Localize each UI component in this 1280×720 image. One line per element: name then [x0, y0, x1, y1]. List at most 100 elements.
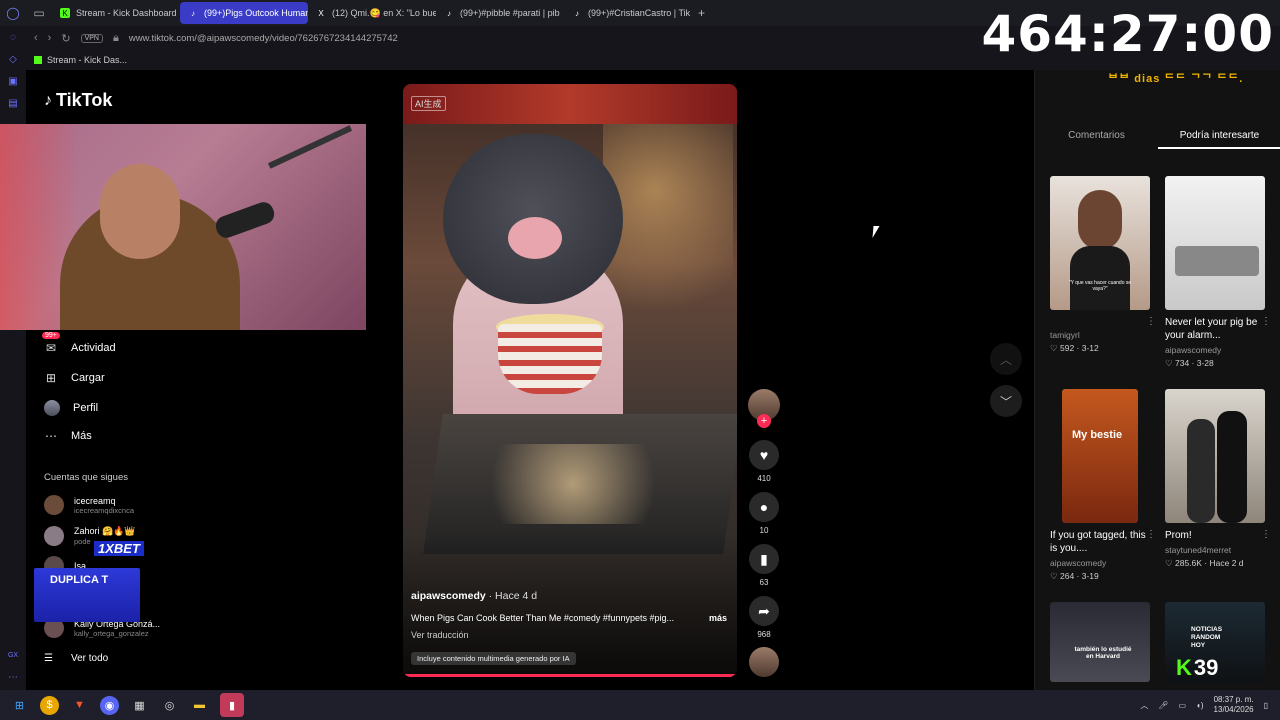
kick-logo-icon: K [1176, 655, 1192, 680]
kick-count: 39 [1193, 655, 1219, 680]
opera-logo-icon[interactable]: ◯ [0, 0, 26, 26]
tab-tiktok-pibble[interactable]: ♪ (99+)#pibble #parati | pib [436, 2, 564, 24]
reload-icon[interactable]: ↻ [61, 32, 70, 45]
card-author[interactable]: staytuned4merret [1165, 545, 1265, 555]
kick-bookmark-icon [34, 56, 42, 64]
suggested-video-card[interactable]: "Y que vas hacer cuando se vaya?" tamigy… [1050, 176, 1156, 354]
suggested-video-card[interactable]: My bestie If you got tagged, this is you… [1050, 389, 1156, 582]
suggested-video-card[interactable]: Never let your pig be your alarm... aipa… [1165, 176, 1271, 369]
video-thumbnail[interactable] [1165, 176, 1265, 310]
card-menu-icon[interactable]: ⋮ [1146, 316, 1156, 327]
video-player[interactable]: AI生成 aipawscomedy · Hace 4 d When Pigs C… [403, 84, 737, 677]
card-title[interactable]: If you got tagged, this is you.... [1050, 529, 1150, 555]
video-progress-bar[interactable] [403, 674, 737, 677]
card-date: 3-12 [1081, 343, 1099, 353]
previous-video-button[interactable]: ︿ [990, 343, 1022, 375]
store-icon[interactable]: ▦ [130, 696, 149, 715]
system-clock[interactable]: 08:37 p. m. 13/04/2026 [1214, 695, 1254, 715]
lock-icon[interactable]: 🔒︎ [113, 32, 119, 45]
caption-more-link[interactable]: más [709, 613, 727, 623]
share-icon: ➦ [749, 596, 779, 626]
forward-icon[interactable]: › [48, 32, 52, 44]
opera-gx-icon[interactable]: ▮ [220, 693, 244, 717]
promo-banner: DUPLICA T [34, 568, 140, 622]
nav-cargar[interactable]: ⊞ Cargar [44, 371, 105, 385]
video-awning [403, 84, 737, 124]
vpn-badge[interactable]: VPN [80, 33, 103, 43]
tab-tiktok-pigs[interactable]: ♪ (99+)Pigs Outcook Human × [180, 2, 308, 24]
card-date: 3-28 [1196, 358, 1214, 368]
see-all-link[interactable]: ☰ Ver todo [44, 653, 108, 664]
card-author[interactable]: aipawscomedy [1165, 345, 1265, 355]
card-menu-icon[interactable]: ⋮ [1261, 316, 1271, 327]
tray-chevron-icon[interactable]: ︿ [1140, 700, 1148, 711]
comment-button[interactable]: ● 10 [748, 492, 780, 535]
coin-app-icon[interactable]: $ [40, 695, 59, 715]
card-author[interactable]: aipawscomedy [1050, 558, 1150, 568]
obs-icon[interactable]: ◎ [160, 696, 179, 715]
nav-mas[interactable]: ⋯ Más [44, 429, 92, 443]
right-panel-tabs: Comentarios Podría interesarte [1035, 130, 1280, 149]
brave-browser-icon[interactable]: ▼ [70, 696, 89, 715]
notifications-icon[interactable]: ▯ [1264, 701, 1268, 710]
back-icon[interactable]: ‹ [34, 32, 38, 44]
workspaces-icon[interactable]: ▭ [26, 0, 52, 26]
following-account[interactable]: icecreamq icecreamqdixcnca [44, 495, 134, 515]
gx-icon[interactable]: GX [7, 650, 19, 662]
discord-icon[interactable]: ◉ [100, 695, 119, 715]
tab-kick-dashboard[interactable]: K Stream - Kick Dashboard [52, 2, 180, 24]
card-title[interactable]: Never let your pig be your alarm... [1165, 316, 1265, 342]
clock-date: 13/04/2026 [1213, 705, 1254, 714]
sidebar-more-icon[interactable]: ⋯ [7, 672, 19, 684]
nav-actividad[interactable]: ✉ 99+ Actividad [42, 332, 116, 355]
card-meta: ♡ 285.6K · Hace 2 d [1165, 558, 1244, 568]
like-button[interactable]: ♥ 410 [748, 440, 780, 483]
tiktok-logo[interactable]: ♪ TikTok [44, 90, 112, 111]
share-button[interactable]: ➦ 968 [748, 596, 780, 639]
url-field[interactable]: www.tiktok.com/@aipawscomedy/video/76267… [129, 33, 398, 44]
messenger-icon[interactable]: ▣ [7, 76, 19, 88]
tab-tiktok-cristian[interactable]: ♪ (99+)#CristianCastro | Tik [564, 2, 692, 24]
sound-disc-button[interactable] [748, 647, 780, 677]
speed-dial-icon[interactable]: ◌ [7, 32, 19, 44]
tab-x-post[interactable]: X (12) Qmi.😋 en X: "Lo buen [308, 2, 436, 24]
tab-comentarios[interactable]: Comentarios [1035, 130, 1158, 149]
tab-podria-interesarte[interactable]: Podría interesarte [1158, 130, 1280, 149]
video-thumbnail[interactable]: My bestie [1062, 389, 1138, 523]
follow-plus-icon[interactable]: + [757, 414, 771, 428]
video-thumbnail[interactable]: "Y que vas hacer cuando se vaya?" [1050, 176, 1150, 310]
video-author[interactable]: aipawscomedy · Hace 4 d [411, 590, 537, 602]
whatsapp-icon[interactable]: ▤ [7, 98, 19, 110]
video-bowl [498, 324, 602, 394]
windows-start-icon[interactable]: ⊞ [10, 696, 29, 715]
tab-label: Stream - Kick Dashboard [76, 8, 177, 18]
comment-icon: ● [749, 492, 779, 522]
network-icon[interactable]: ▭ [1178, 701, 1186, 710]
suggested-video-card[interactable]: también lo estudié en Harvard [1050, 602, 1150, 682]
video-thumbnail[interactable] [1165, 389, 1265, 523]
card-title[interactable]: Prom! [1165, 529, 1265, 542]
aria-icon[interactable]: ◇ [7, 54, 19, 66]
bookmark-kick[interactable]: Stream - Kick Das... [47, 55, 127, 65]
microphone-icon[interactable]: 🎤︎ [1158, 701, 1168, 710]
video-caption: When Pigs Can Cook Better Than Me #comed… [411, 613, 674, 623]
volume-icon[interactable]: ◖) [1196, 701, 1204, 710]
next-video-button[interactable]: ﹀ [990, 385, 1022, 417]
save-button[interactable]: ▮ 63 [748, 544, 780, 587]
card-menu-icon[interactable]: ⋮ [1146, 529, 1156, 540]
new-tab-button[interactable]: + [692, 6, 711, 20]
account-handle: kally_ortega_gonzalez [74, 628, 149, 638]
chevron-up-icon: ︿ [999, 352, 1012, 367]
account-avatar [44, 526, 64, 546]
file-explorer-icon[interactable]: ▬ [190, 696, 209, 715]
video-thumbnail[interactable]: también lo estudié en Harvard [1050, 602, 1150, 682]
see-translation-link[interactable]: Ver traducción [411, 630, 469, 640]
card-menu-icon[interactable]: ⋮ [1261, 529, 1271, 540]
see-all-label: Ver todo [70, 653, 109, 664]
video-date: · Hace 4 d [485, 590, 538, 602]
nav-perfil[interactable]: Perfil [44, 400, 98, 416]
card-author[interactable]: tamigyrl [1050, 330, 1150, 340]
suggested-video-card[interactable]: Prom! staytuned4merret ♡ 285.6K · Hace 2… [1165, 389, 1271, 569]
video-author-name[interactable]: aipawscomedy [411, 590, 486, 602]
creator-avatar-button[interactable]: + [748, 389, 780, 428]
